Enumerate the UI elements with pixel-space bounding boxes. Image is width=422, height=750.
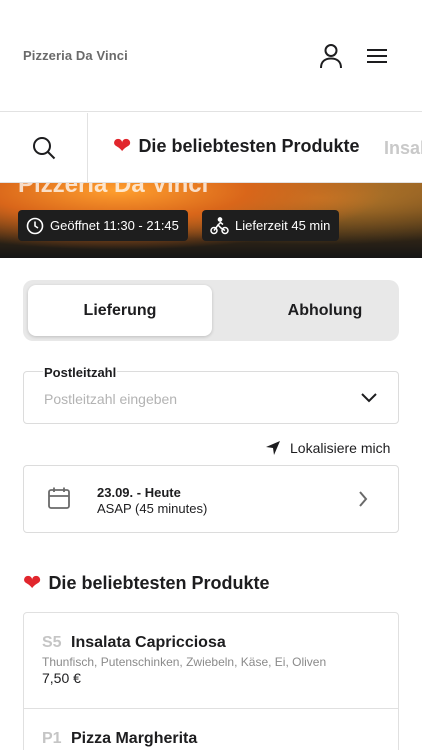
locate-me-label: Lokalisiere mich xyxy=(290,440,391,456)
product-description: Thunfisch, Putenschinken, Zwiebeln, Käse… xyxy=(42,655,327,669)
schedule-date: 23.09. - Heute xyxy=(97,485,181,500)
zip-input[interactable] xyxy=(44,391,344,407)
category-tab-popular[interactable]: ❤ Die beliebtesten Produkte xyxy=(113,135,360,157)
category-tab-salads[interactable]: Insal xyxy=(384,138,422,159)
calendar-icon xyxy=(48,487,70,509)
search-icon xyxy=(32,137,55,160)
schedule-time: ASAP (45 minutes) xyxy=(97,501,208,516)
chevron-down-icon[interactable] xyxy=(360,392,378,404)
pickup-option[interactable]: Abholung xyxy=(233,285,417,336)
menu-button[interactable] xyxy=(360,39,394,73)
section-heading-popular: ❤ Die beliebtesten Produkte xyxy=(23,572,270,594)
restaurant-brand[interactable]: Pizzeria Da Vinci xyxy=(23,48,128,63)
user-icon xyxy=(320,44,342,69)
opening-hours-text: Geöffnet 11:30 - 21:45 xyxy=(50,218,179,233)
zip-label: Postleitzahl xyxy=(43,365,118,380)
product-item[interactable]: S5 Insalata Capricciosa Thunfisch, Puten… xyxy=(24,613,398,709)
hero-title: Pizzeria Da Vinci xyxy=(18,183,209,198)
account-button[interactable] xyxy=(314,39,348,73)
product-item[interactable]: P1 Pizza Margherita xyxy=(24,709,398,750)
hamburger-menu-icon xyxy=(367,49,387,63)
product-price: 7,50 € xyxy=(42,670,81,686)
location-arrow-icon xyxy=(266,441,280,455)
section-title: Die beliebtesten Produkte xyxy=(48,572,270,593)
courier-bike-icon xyxy=(210,216,229,234)
product-code: P1 xyxy=(42,730,62,747)
opening-hours-badge: Geöffnet 11:30 - 21:45 xyxy=(18,210,188,241)
top-header: Pizzeria Da Vinci xyxy=(0,0,422,112)
delivery-option[interactable]: Lieferung xyxy=(28,285,212,336)
delivery-time-text: Lieferzeit 45 min xyxy=(235,218,331,233)
hero-banner: Pizzeria Da Vinci Geöffnet 11:30 - 21:45… xyxy=(0,183,422,258)
product-list: S5 Insalata Capricciosa Thunfisch, Puten… xyxy=(23,612,399,750)
order-mode-toggle: Lieferung Abholung xyxy=(23,280,399,341)
category-tab-label: Die beliebtesten Produkte xyxy=(138,135,360,156)
clock-icon xyxy=(26,217,44,234)
search-button[interactable] xyxy=(0,113,88,182)
product-name: Pizza Margherita xyxy=(71,730,198,747)
product-code: S5 xyxy=(42,634,62,651)
heart-icon: ❤ xyxy=(113,133,132,158)
schedule-selector[interactable]: 23.09. - Heute ASAP (45 minutes) xyxy=(23,465,399,533)
category-bar: ❤ Die beliebtesten Produkte Insal xyxy=(0,113,422,183)
delivery-time-badge: Lieferzeit 45 min xyxy=(202,210,340,241)
heart-icon: ❤ xyxy=(23,570,42,595)
locate-me-button[interactable]: Lokalisiere mich xyxy=(265,440,390,456)
product-name: Insalata Capricciosa xyxy=(71,634,226,651)
chevron-right-icon xyxy=(359,491,368,507)
